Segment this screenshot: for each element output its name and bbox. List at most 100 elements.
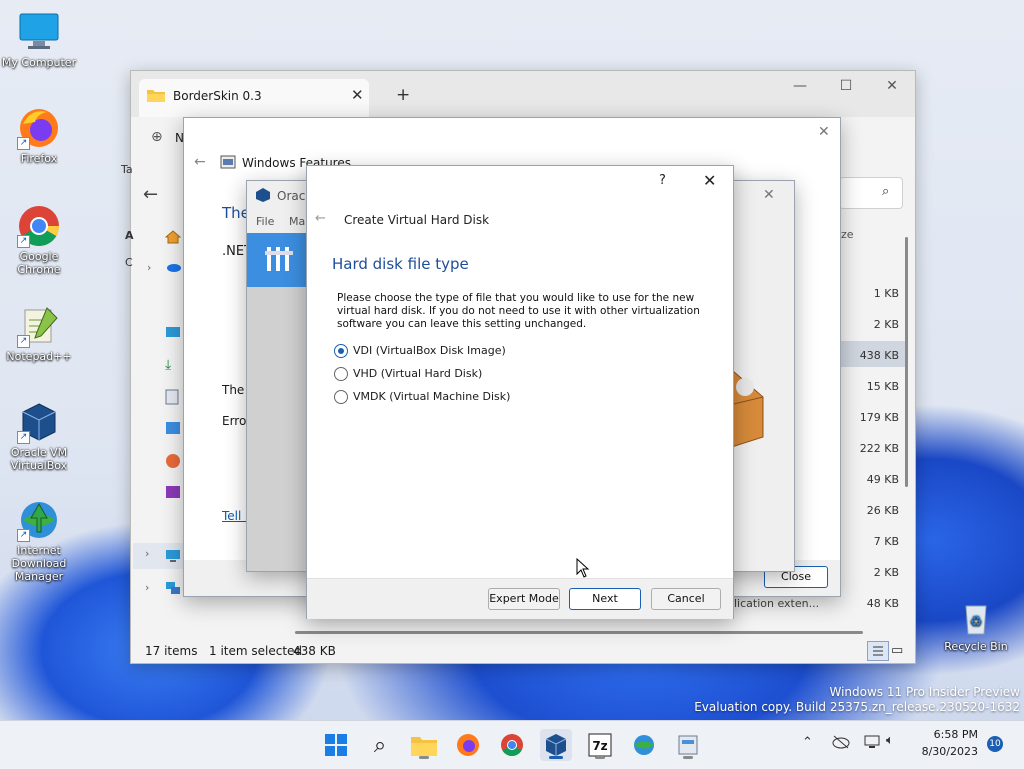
desktop-icon-label: My Computer — [1, 56, 77, 69]
chevron-right-icon[interactable]: › — [147, 261, 151, 274]
tiles-view-icon[interactable]: ▭ — [891, 643, 903, 658]
radio-button[interactable] — [334, 367, 348, 381]
tools-panel[interactable] — [247, 233, 309, 287]
chrome-taskbar-icon[interactable] — [496, 729, 528, 761]
close-icon[interactable]: ✕ — [703, 171, 716, 190]
back-arrow-icon[interactable]: ← — [194, 154, 206, 170]
page-description: Please choose the type of file that you … — [337, 292, 700, 330]
chevron-right-icon[interactable]: › — [145, 581, 149, 594]
expert-mode-button[interactable]: Expert Mode — [488, 588, 560, 610]
option-label: VHD (Virtual Hard Disk) — [353, 367, 483, 380]
clock-date[interactable]: 8/30/2023 — [910, 745, 978, 758]
taskbar: ⌕ 7z ⌃ 🔈︎ 6:58 PM 8/30/2023 10 — [0, 720, 1024, 769]
menu-file[interactable]: File — [256, 215, 274, 228]
network-status-icon[interactable] — [864, 734, 880, 753]
watermark-build: Evaluation copy. Build 25375.zn_release.… — [694, 700, 1020, 714]
mouse-cursor-icon — [576, 557, 590, 581]
videos-icon[interactable] — [165, 485, 181, 502]
file-size: 48 KB — [866, 597, 899, 610]
side-letter-a: A — [125, 229, 134, 242]
option-vhd[interactable]: VHD (Virtual Hard Disk) — [334, 366, 534, 384]
help-button[interactable]: ? — [659, 173, 666, 188]
onedrive-icon[interactable] — [165, 261, 181, 276]
maximize-icon[interactable]: ☐ — [823, 71, 869, 101]
desktop-icon-label: Internet Download Manager — [11, 544, 67, 583]
details-view-icon[interactable] — [867, 641, 889, 661]
desktop-folder-icon[interactable] — [165, 325, 181, 342]
monitor-icon — [17, 10, 61, 54]
firefox-taskbar-icon[interactable] — [452, 729, 484, 761]
virtualbox-taskbar-icon[interactable] — [540, 729, 572, 761]
desktop-icon-label: Firefox — [20, 152, 58, 165]
menu-machine-partial[interactable]: Ma — [289, 215, 305, 228]
new-plus-icon[interactable]: ⊕ — [151, 129, 163, 145]
shortcut-arrow-icon: ↗ — [17, 235, 30, 248]
radio-button[interactable] — [334, 344, 348, 358]
close-icon[interactable]: ✕ — [818, 124, 830, 140]
horizontal-scrollbar[interactable] — [295, 631, 863, 634]
status-item-count: 17 items — [145, 644, 198, 658]
desktop-icon-chrome[interactable]: ↗ Google Chrome — [1, 204, 77, 276]
desktop-icon-notepadpp[interactable]: ↗ Notepad++ — [1, 304, 77, 363]
notepadpp-icon: ↗ — [17, 304, 61, 348]
desktop-icon-label: Google Chrome — [17, 250, 61, 276]
network-icon[interactable] — [165, 581, 181, 598]
close-tab-icon[interactable]: ✕ — [351, 86, 364, 104]
option-vdi[interactable]: VDI (VirtualBox Disk Image) — [334, 343, 534, 361]
back-arrow-icon[interactable]: ← — [143, 184, 158, 205]
status-selected: 1 item selected — [209, 644, 303, 658]
back-arrow-icon[interactable]: ← — [315, 211, 326, 226]
documents-icon[interactable] — [165, 389, 179, 408]
firefox-icon: ↗ — [17, 106, 61, 150]
pictures-icon[interactable] — [165, 421, 181, 438]
tools-icon — [263, 243, 295, 278]
create-virtual-hard-disk-dialog: ? ✕ ← Create Virtual Hard Disk Hard disk… — [306, 165, 734, 619]
close-icon[interactable]: ✕ — [763, 187, 775, 203]
vertical-scrollbar[interactable] — [905, 237, 908, 487]
this-pc-item[interactable]: › — [133, 543, 185, 569]
cancel-button[interactable]: Cancel — [651, 588, 721, 610]
recycle-bin-icon: ♻ — [956, 598, 996, 638]
home-icon[interactable] — [164, 229, 182, 248]
shortcut-arrow-icon: ↗ — [17, 431, 30, 444]
search-icon[interactable]: ⌕ — [364, 729, 396, 761]
7zip-taskbar-icon[interactable]: 7z — [584, 729, 616, 761]
file-explorer-taskbar-icon[interactable] — [408, 729, 440, 761]
desktop-icon-label: Oracle VM VirtualBox — [10, 446, 68, 472]
radio-button[interactable] — [334, 390, 348, 404]
desktop-icon-firefox[interactable]: ↗ Firefox — [1, 106, 77, 165]
close-window-icon[interactable]: ✕ — [869, 71, 915, 101]
search-box[interactable]: ⌕ — [839, 177, 903, 209]
windows-watermark: Windows 11 Pro Insider Preview Evaluatio… — [694, 685, 1020, 715]
minimize-icon[interactable]: — — [777, 71, 823, 101]
downloads-icon[interactable]: ⤓ — [165, 357, 171, 373]
chevron-up-icon[interactable]: ⌃ — [802, 735, 813, 750]
running-indicator — [419, 756, 429, 759]
desktop-icon-my-computer[interactable]: My Computer — [1, 10, 77, 69]
option-vmdk[interactable]: VMDK (Virtual Machine Disk) — [334, 389, 534, 407]
shortcut-arrow-icon: ↗ — [17, 529, 30, 542]
next-button[interactable]: Next — [569, 588, 641, 610]
new-tab-icon[interactable]: + — [396, 85, 410, 105]
notification-badge[interactable]: 10 — [987, 736, 1003, 752]
size-column-header[interactable]: ze — [841, 228, 854, 241]
desktop-icon-recycle-bin[interactable]: ♻ Recycle Bin — [938, 598, 1014, 653]
start-button-icon[interactable] — [320, 729, 352, 761]
desktop-icon-virtualbox[interactable]: ↗ Oracle VM VirtualBox — [1, 400, 77, 472]
explorer-tab[interactable]: BorderSkin 0.3 ✕ — [139, 79, 369, 117]
volume-icon[interactable]: 🔈︎ — [886, 733, 894, 748]
file-type-partial: lication exten... — [734, 597, 820, 610]
desktop-icon-idm[interactable]: ↗ Internet Download Manager — [1, 498, 77, 583]
svg-text:7z: 7z — [592, 739, 607, 753]
chevron-right-icon[interactable]: › — [145, 547, 149, 560]
explorer-tab-title: BorderSkin 0.3 — [173, 89, 262, 103]
desktop-icon-label: Notepad++ — [6, 350, 72, 363]
clock-time[interactable]: 6:58 PM — [922, 728, 978, 741]
control-panel-taskbar-icon[interactable] — [672, 729, 704, 761]
this-pc-icon — [165, 549, 181, 566]
page-heading: Hard disk file type — [332, 255, 469, 273]
machine-list — [247, 287, 309, 571]
cloud-offline-icon[interactable] — [832, 734, 850, 753]
music-icon[interactable] — [165, 453, 181, 472]
idm-taskbar-icon[interactable] — [628, 729, 660, 761]
